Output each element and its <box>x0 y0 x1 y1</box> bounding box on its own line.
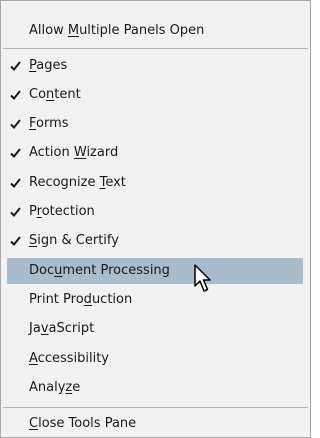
menu-item-print-production[interactable]: Print Production <box>7 287 303 313</box>
checkmark-icon <box>9 170 23 196</box>
menu-item-pages[interactable]: Pages <box>7 53 303 79</box>
menu-item-label: Protection <box>29 204 95 219</box>
menu-item-recognize-text[interactable]: Recognize Text <box>7 170 303 196</box>
menu-item-label: Sign & Certify <box>29 233 119 248</box>
menu-item-label: Content <box>29 87 81 102</box>
menu-item-label: Accessibility <box>29 351 110 366</box>
tools-pane-context-menu: Allow Multiple Panels Open Pages Content… <box>0 0 311 438</box>
menu-item-label: JavaScript <box>29 321 95 336</box>
checkmark-icon <box>9 111 23 137</box>
checkmark-icon <box>9 140 23 166</box>
menu-item-label: Action Wizard <box>29 145 119 160</box>
menu-item-label: Allow Multiple Panels Open <box>29 23 205 38</box>
menu-item-allow-multiple-panels-open[interactable]: Allow Multiple Panels Open <box>7 18 303 44</box>
menu-item-label: Document Processing <box>29 263 170 278</box>
menu-item-label: Recognize Text <box>29 175 126 190</box>
menu-item-accessibility[interactable]: Accessibility <box>7 346 303 372</box>
menu-item-label: Close Tools Pane <box>29 416 137 431</box>
menu-item-label: Analyze <box>29 380 81 395</box>
menu-item-label: Forms <box>29 116 69 131</box>
menu-item-label: Print Production <box>29 292 133 307</box>
menu-item-javascript[interactable]: JavaScript <box>7 316 303 342</box>
menu-item-protection[interactable]: Protection <box>7 199 303 225</box>
checkmark-icon <box>9 199 23 225</box>
menu-item-close-tools-pane[interactable]: Close Tools Pane <box>7 411 303 437</box>
checkmark-icon <box>9 228 23 254</box>
menu-item-analyze[interactable]: Analyze <box>7 375 303 401</box>
checkmark-icon <box>9 53 23 79</box>
menu-item-content[interactable]: Content <box>7 82 303 108</box>
menu-item-sign-and-certify[interactable]: Sign & Certify <box>7 228 303 254</box>
menu-separator <box>3 48 308 49</box>
menu-item-forms[interactable]: Forms <box>7 111 303 137</box>
mouse-pointer-icon <box>194 264 211 292</box>
menu-item-action-wizard[interactable]: Action Wizard <box>7 140 303 166</box>
menu-item-document-processing[interactable]: Document Processing <box>7 258 303 284</box>
checkmark-icon <box>9 82 23 108</box>
menu-item-label: Pages <box>29 58 68 73</box>
menu-separator <box>3 407 308 408</box>
